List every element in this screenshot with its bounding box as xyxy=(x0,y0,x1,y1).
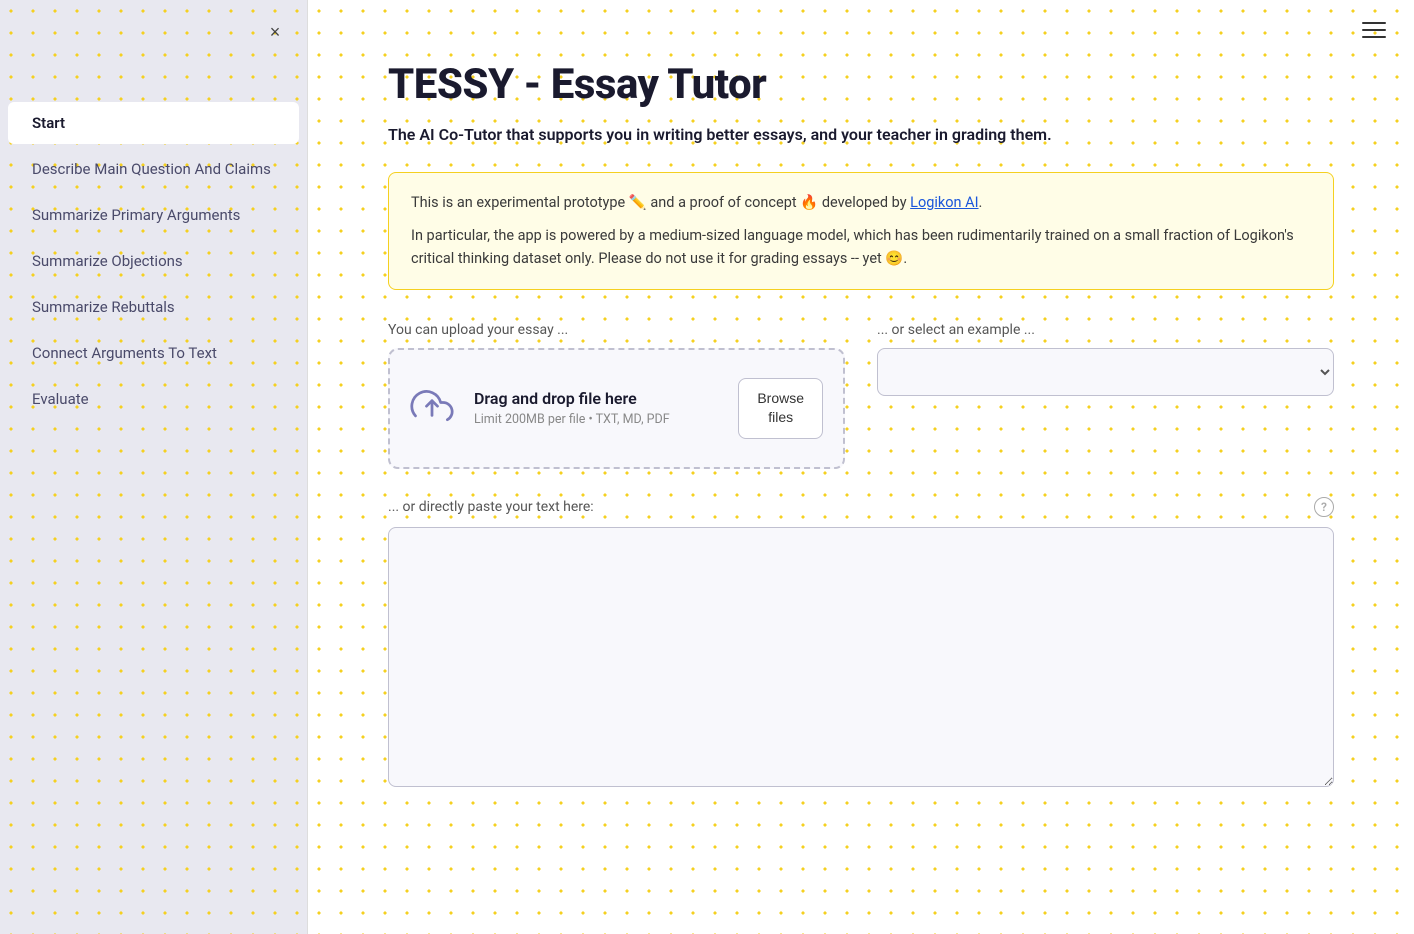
upload-right: ... or select an example ... xyxy=(877,322,1334,396)
upload-section: You can upload your essay ... Drag and d… xyxy=(388,322,1334,469)
dropzone-text: Drag and drop file here Limit 200MB per … xyxy=(474,389,718,427)
sidebar-item-summarize-rebuttals[interactable]: Summarize Rebuttals xyxy=(8,286,299,328)
upload-label: You can upload your essay ... xyxy=(388,322,845,338)
example-label: ... or select an example ... xyxy=(877,322,1334,338)
paste-section: ... or directly paste your text here: ? xyxy=(388,497,1334,791)
upload-icon xyxy=(410,386,454,430)
logikon-ai-link[interactable]: Logikon AI xyxy=(910,194,978,211)
paste-label: ... or directly paste your text here: xyxy=(388,499,594,515)
browse-button[interactable]: Browse files xyxy=(738,378,823,439)
hamburger-line-1 xyxy=(1362,22,1386,24)
info-line1-suffix: . xyxy=(979,194,983,211)
info-line1-prefix: This is an experimental prototype ✏️ and… xyxy=(411,194,910,211)
close-button[interactable]: × xyxy=(261,18,289,46)
sidebar-item-summarize-objections[interactable]: Summarize Objections xyxy=(8,240,299,282)
dropzone[interactable]: Drag and drop file here Limit 200MB per … xyxy=(388,348,845,469)
help-icon[interactable]: ? xyxy=(1314,497,1334,517)
sidebar-item-evaluate[interactable]: Evaluate xyxy=(8,378,299,420)
hamburger-button[interactable] xyxy=(1358,18,1390,42)
main-content: TESSY - Essay Tutor The AI Co-Tutor that… xyxy=(308,0,1414,934)
sidebar-item-describe[interactable]: Describe Main Question And Claims xyxy=(8,148,299,190)
hamburger-line-3 xyxy=(1362,36,1386,38)
info-box: This is an experimental prototype ✏️ and… xyxy=(388,172,1334,290)
page-title: TESSY - Essay Tutor xyxy=(388,60,1334,109)
sidebar-item-start[interactable]: Start xyxy=(8,102,299,144)
sidebar: × Start Describe Main Question And Claim… xyxy=(0,0,308,934)
paste-label-row: ... or directly paste your text here: ? xyxy=(388,497,1334,517)
hamburger-line-2 xyxy=(1362,29,1386,31)
sidebar-nav: Start Describe Main Question And Claims … xyxy=(0,100,307,422)
info-line2: In particular, the app is powered by a m… xyxy=(411,224,1311,270)
paste-textarea[interactable] xyxy=(388,527,1334,787)
dropzone-title: Drag and drop file here xyxy=(474,389,718,408)
subtitle: The AI Co-Tutor that supports you in wri… xyxy=(388,125,1334,144)
sidebar-item-summarize-primary[interactable]: Summarize Primary Arguments xyxy=(8,194,299,236)
example-select[interactable] xyxy=(877,348,1334,396)
upload-left: You can upload your essay ... Drag and d… xyxy=(388,322,845,469)
info-line1: This is an experimental prototype ✏️ and… xyxy=(411,191,1311,214)
sidebar-item-connect-arguments[interactable]: Connect Arguments To Text xyxy=(8,332,299,374)
dropzone-hint: Limit 200MB per file • TXT, MD, PDF xyxy=(474,412,718,427)
